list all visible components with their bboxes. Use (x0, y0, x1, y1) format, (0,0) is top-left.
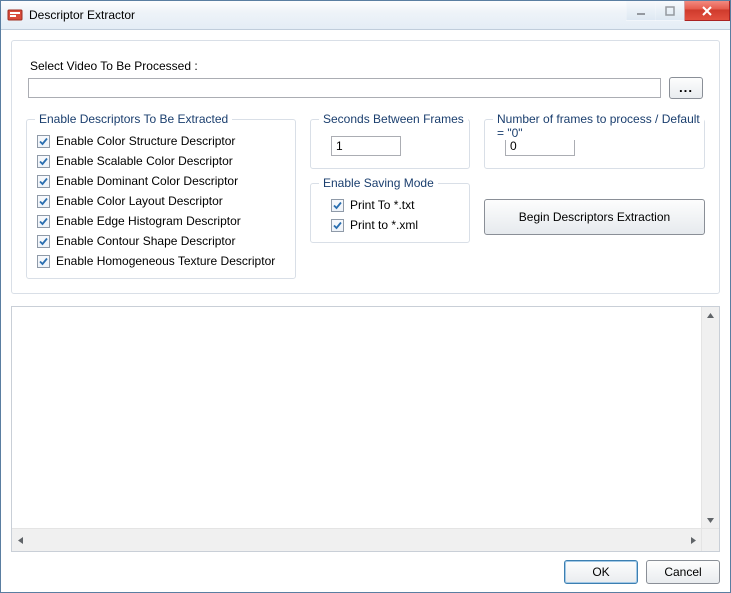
close-button[interactable] (684, 1, 730, 21)
video-section: Select Video To Be Processed : ... (26, 55, 705, 109)
descriptor-checkbox-3[interactable]: Enable Color Layout Descriptor (37, 194, 285, 208)
app-icon (7, 7, 23, 23)
checkbox-icon[interactable] (37, 195, 50, 208)
checkbox-label: Enable Scalable Color Descriptor (56, 154, 233, 168)
checkbox-icon[interactable] (37, 215, 50, 228)
video-label: Select Video To Be Processed : (30, 59, 703, 73)
checkbox-label: Enable Color Structure Descriptor (56, 134, 235, 148)
scroll-up-icon[interactable] (702, 307, 719, 324)
checkbox-icon[interactable] (37, 175, 50, 188)
descriptor-checkbox-4[interactable]: Enable Edge Histogram Descriptor (37, 214, 285, 228)
frames-group: Number of frames to process / Default = … (484, 119, 705, 169)
saving-group: Enable Saving Mode Print To *.txtPrint t… (310, 183, 470, 243)
descriptors-legend: Enable Descriptors To Be Extracted (35, 112, 232, 126)
title-bar: Descriptor Extractor (1, 1, 730, 30)
window-controls (627, 1, 730, 21)
client-area: Select Video To Be Processed : ... Enabl… (1, 30, 730, 592)
horizontal-scrollbar[interactable] (12, 528, 702, 551)
seconds-group: Seconds Between Frames (310, 119, 470, 169)
begin-extraction-button[interactable]: Begin Descriptors Extraction (484, 199, 705, 235)
checkbox-icon[interactable] (37, 235, 50, 248)
descriptor-checkbox-6[interactable]: Enable Homogeneous Texture Descriptor (37, 254, 285, 268)
descriptor-checkbox-1[interactable]: Enable Scalable Color Descriptor (37, 154, 285, 168)
output-textbox[interactable] (11, 306, 720, 552)
checkbox-label: Print To *.txt (350, 198, 414, 212)
seconds-legend: Seconds Between Frames (319, 112, 468, 126)
checkbox-icon[interactable] (37, 135, 50, 148)
maximize-button[interactable] (655, 1, 685, 21)
cancel-button[interactable]: Cancel (646, 560, 720, 584)
main-group: Select Video To Be Processed : ... Enabl… (11, 40, 720, 294)
window-title: Descriptor Extractor (29, 8, 135, 22)
checkbox-icon[interactable] (37, 155, 50, 168)
minimize-button[interactable] (626, 1, 656, 21)
scroll-down-icon[interactable] (702, 512, 719, 529)
descriptor-checkbox-2[interactable]: Enable Dominant Color Descriptor (37, 174, 285, 188)
video-path-input[interactable] (28, 78, 661, 98)
saving-checkbox-0[interactable]: Print To *.txt (331, 198, 459, 212)
seconds-input[interactable] (331, 136, 401, 156)
checkbox-label: Enable Dominant Color Descriptor (56, 174, 238, 188)
dialog-button-row: OK Cancel (11, 560, 720, 584)
checkbox-label: Print to *.xml (350, 218, 418, 232)
vertical-scrollbar[interactable] (701, 307, 719, 529)
dialog-window: Descriptor Extractor Select Video To Be … (0, 0, 731, 593)
checkbox-icon[interactable] (331, 199, 344, 212)
scroll-right-icon[interactable] (685, 529, 702, 551)
descriptor-checkbox-0[interactable]: Enable Color Structure Descriptor (37, 134, 285, 148)
descriptors-group: Enable Descriptors To Be Extracted Enabl… (26, 119, 296, 279)
scrollbar-corner (701, 528, 719, 551)
ok-button[interactable]: OK (564, 560, 638, 584)
browse-button[interactable]: ... (669, 77, 703, 99)
saving-checkbox-1[interactable]: Print to *.xml (331, 218, 459, 232)
descriptor-checkbox-5[interactable]: Enable Contour Shape Descriptor (37, 234, 285, 248)
frames-legend: Number of frames to process / Default = … (493, 112, 704, 140)
checkbox-icon[interactable] (37, 255, 50, 268)
scroll-left-icon[interactable] (12, 529, 29, 551)
checkbox-label: Enable Homogeneous Texture Descriptor (56, 254, 275, 268)
saving-legend: Enable Saving Mode (319, 176, 438, 190)
checkbox-label: Enable Color Layout Descriptor (56, 194, 223, 208)
checkbox-label: Enable Edge Histogram Descriptor (56, 214, 241, 228)
checkbox-icon[interactable] (331, 219, 344, 232)
checkbox-label: Enable Contour Shape Descriptor (56, 234, 235, 248)
